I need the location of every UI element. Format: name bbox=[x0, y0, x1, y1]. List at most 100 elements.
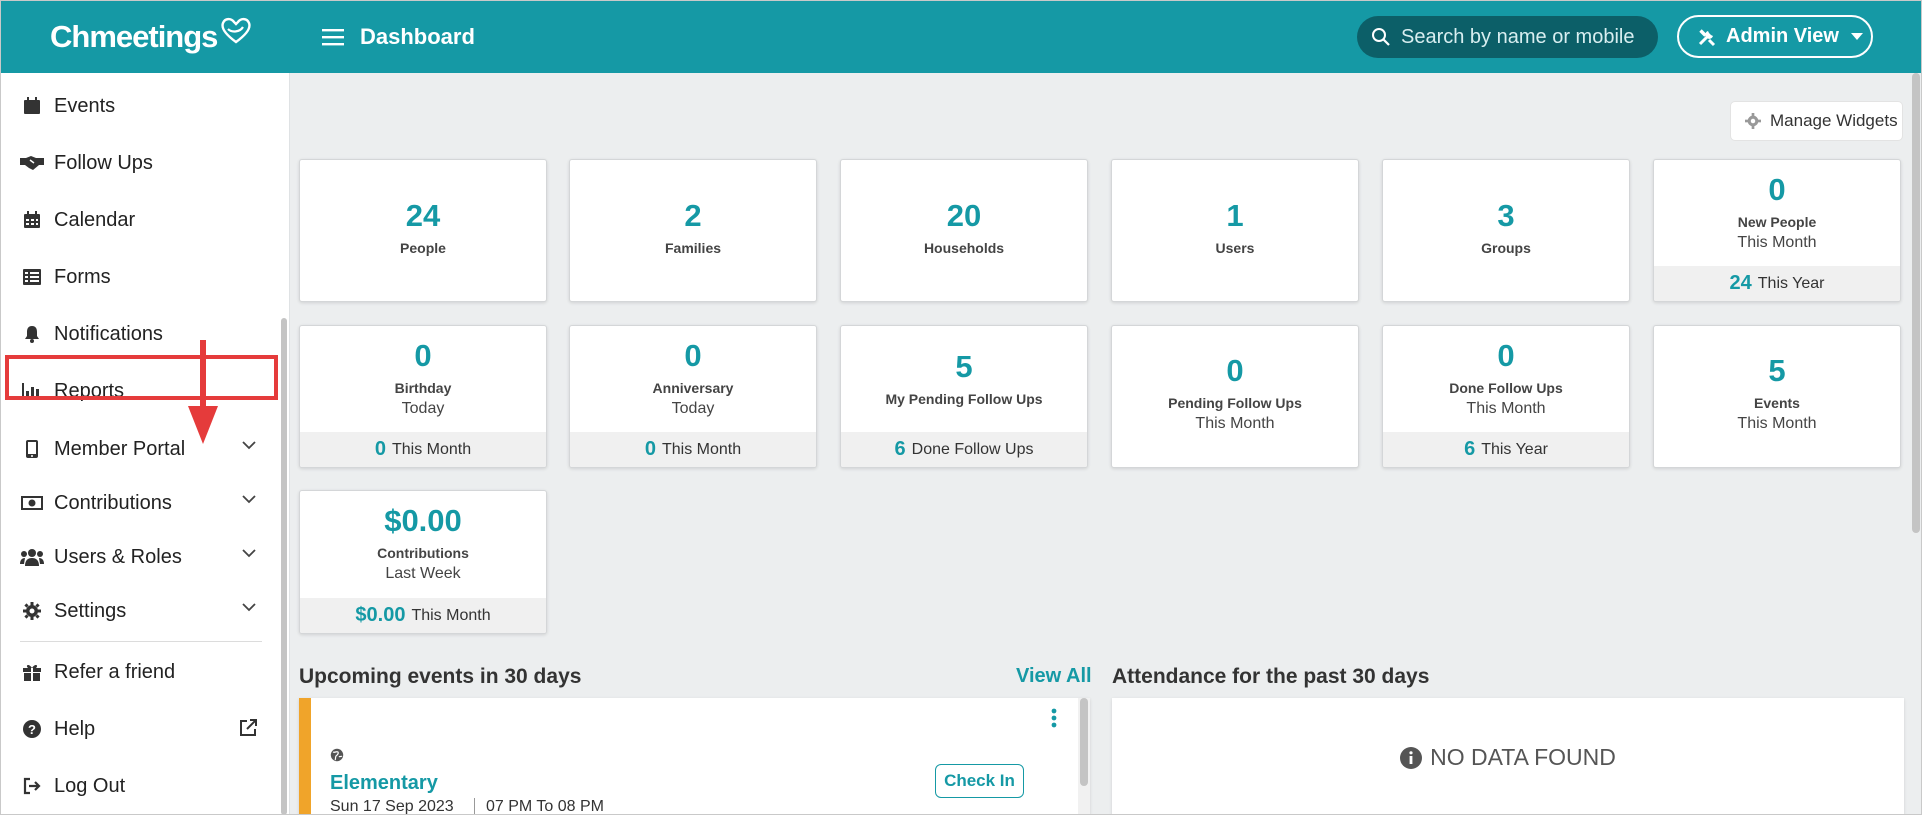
sidebar-item-users-roles[interactable]: Users & Roles bbox=[0, 534, 280, 580]
search-input[interactable] bbox=[1401, 25, 1651, 49]
sidebar-item-refer-friend[interactable]: Refer a friend bbox=[0, 649, 280, 695]
widget-footer-label: Done Follow Ups bbox=[911, 440, 1034, 458]
gear-icon bbox=[20, 599, 44, 623]
sidebar-item-logout[interactable]: Log Out bbox=[0, 763, 280, 809]
chevron-down-icon bbox=[242, 441, 256, 450]
globe-icon bbox=[330, 748, 344, 762]
handshake-icon bbox=[20, 151, 44, 175]
widget-value: 0 bbox=[684, 338, 702, 373]
widget-footer-label: This Month bbox=[661, 440, 742, 458]
widget-footer: 6 This Year bbox=[1383, 432, 1629, 467]
sidebar-item-events[interactable]: Events bbox=[0, 83, 280, 129]
sidebar-item-label: Calendar bbox=[54, 208, 136, 231]
widget-footer-value: 6 bbox=[894, 438, 906, 460]
widget-value: 0 bbox=[1226, 353, 1244, 388]
widget-value: 0 bbox=[1497, 338, 1515, 373]
widget-period: This Month bbox=[1737, 415, 1817, 432]
widget-groups[interactable]: 3 Groups bbox=[1382, 159, 1630, 302]
sidebar-scrollbar[interactable] bbox=[281, 318, 287, 815]
widget-events[interactable]: 5 Events This Month bbox=[1653, 325, 1901, 468]
widget-period: Last Week bbox=[385, 565, 461, 582]
manage-widgets-button[interactable]: Manage Widgets bbox=[1731, 102, 1902, 140]
calendar-icon bbox=[20, 94, 44, 118]
widget-period: Today bbox=[401, 400, 445, 417]
widget-footer-value: $0.00 bbox=[355, 604, 406, 626]
sidebar-item-notifications[interactable]: Notifications bbox=[0, 311, 280, 357]
widget-label: Families bbox=[664, 240, 722, 256]
upcoming-events-panel: Elementary Sun 17 Sep 2023 07 PM To 08 P… bbox=[299, 698, 1090, 815]
event-name-link[interactable]: Elementary bbox=[330, 772, 438, 795]
widget-footer-value: 24 bbox=[1729, 272, 1752, 294]
widget-label: My Pending Follow Ups bbox=[885, 391, 1043, 407]
widget-label: Users bbox=[1215, 240, 1255, 256]
brand-logo[interactable]: Chmeetings bbox=[0, 0, 290, 73]
widget-my-pending-follow-ups[interactable]: 5 My Pending Follow Ups 6 Done Follow Up… bbox=[840, 325, 1088, 468]
sidebar-item-settings[interactable]: Settings bbox=[0, 588, 280, 634]
chevron-down-icon bbox=[242, 603, 256, 612]
widget-footer-value: 0 bbox=[644, 438, 656, 460]
svg-text:?: ? bbox=[28, 722, 36, 737]
widget-done-follow-ups[interactable]: 0 Done Follow Ups This Month 6 This Year bbox=[1382, 325, 1630, 468]
widget-people[interactable]: 24 People bbox=[299, 159, 547, 302]
more-options-icon[interactable] bbox=[1051, 708, 1057, 728]
widget-value: 24 bbox=[405, 198, 441, 233]
mobile-icon bbox=[20, 437, 44, 461]
widget-users[interactable]: 1 Users bbox=[1111, 159, 1359, 302]
sidebar-item-calendar[interactable]: Calendar bbox=[0, 197, 280, 243]
search-icon bbox=[1372, 28, 1390, 46]
widget-families[interactable]: 2 Families bbox=[569, 159, 817, 302]
widget-label: New People bbox=[1737, 214, 1817, 230]
widget-label: People bbox=[400, 240, 446, 256]
sidebar-item-label: Contributions bbox=[54, 491, 172, 514]
widget-label: Anniversary bbox=[652, 380, 734, 396]
check-in-button[interactable]: Check In bbox=[935, 764, 1024, 798]
widget-footer-label: This Month bbox=[411, 606, 491, 624]
widget-value: 0 bbox=[1768, 172, 1786, 207]
question-icon: ? bbox=[20, 717, 44, 741]
sidebar-item-member-portal[interactable]: Member Portal bbox=[0, 426, 280, 472]
search-box bbox=[1357, 16, 1658, 58]
external-link-icon[interactable] bbox=[238, 718, 258, 738]
chevron-down-icon bbox=[242, 549, 256, 558]
money-icon bbox=[20, 491, 44, 515]
admin-view-button[interactable]: Admin View bbox=[1677, 15, 1873, 58]
attendance-title: Attendance for the past 30 days bbox=[1112, 665, 1430, 688]
tools-icon bbox=[1698, 28, 1716, 46]
widget-new-people[interactable]: 0 New People This Month 24 This Year bbox=[1653, 159, 1901, 302]
manage-widgets-label: Manage Widgets bbox=[1770, 111, 1898, 130]
highlight-box bbox=[5, 355, 278, 400]
sidebar-item-label: Events bbox=[54, 94, 116, 117]
widget-households[interactable]: 20 Households bbox=[840, 159, 1088, 302]
sidebar-item-forms[interactable]: Forms bbox=[0, 254, 280, 300]
page-title: Dashboard bbox=[360, 23, 475, 49]
bell-icon bbox=[20, 322, 44, 346]
menu-toggle-icon[interactable] bbox=[322, 27, 346, 47]
event-separator bbox=[474, 798, 475, 815]
sidebar-item-help[interactable]: ? Help bbox=[0, 706, 280, 752]
widget-contributions[interactable]: $0.00 Contributions Last Week $0.00 This… bbox=[299, 490, 547, 634]
widget-footer-value: 6 bbox=[1464, 438, 1476, 460]
view-all-link[interactable]: View All bbox=[1016, 665, 1092, 688]
sidebar-item-contributions[interactable]: Contributions bbox=[0, 480, 280, 526]
widget-period: This Month bbox=[1466, 400, 1546, 417]
widget-birthday[interactable]: 0 Birthday Today 0 This Month bbox=[299, 325, 547, 468]
widget-anniversary[interactable]: 0 Anniversary Today 0 This Month bbox=[569, 325, 817, 468]
upcoming-events-title: Upcoming events in 30 days bbox=[299, 665, 582, 688]
caret-down-icon bbox=[1851, 32, 1863, 40]
sidebar-item-label: Member Portal bbox=[54, 437, 186, 460]
widget-pending-follow-ups[interactable]: 0 Pending Follow Ups This Month bbox=[1111, 325, 1359, 468]
main-scrollbar[interactable] bbox=[1912, 73, 1920, 533]
widget-label: Pending Follow Ups bbox=[1168, 395, 1302, 411]
users-icon bbox=[20, 545, 44, 569]
sidebar-item-follow-ups[interactable]: Follow Ups bbox=[0, 140, 280, 186]
widget-footer: 0 This Month bbox=[300, 432, 546, 467]
widget-footer-label: This Month bbox=[391, 440, 472, 458]
list-icon bbox=[20, 265, 44, 289]
widget-label: Contributions bbox=[377, 545, 469, 561]
widget-period: This Month bbox=[1195, 415, 1275, 432]
red-arrow-annotation bbox=[188, 340, 218, 444]
events-scrollbar[interactable] bbox=[1078, 698, 1090, 815]
info-icon bbox=[1400, 746, 1423, 769]
widget-footer-value: 0 bbox=[374, 438, 386, 460]
widget-value: 20 bbox=[946, 198, 982, 233]
